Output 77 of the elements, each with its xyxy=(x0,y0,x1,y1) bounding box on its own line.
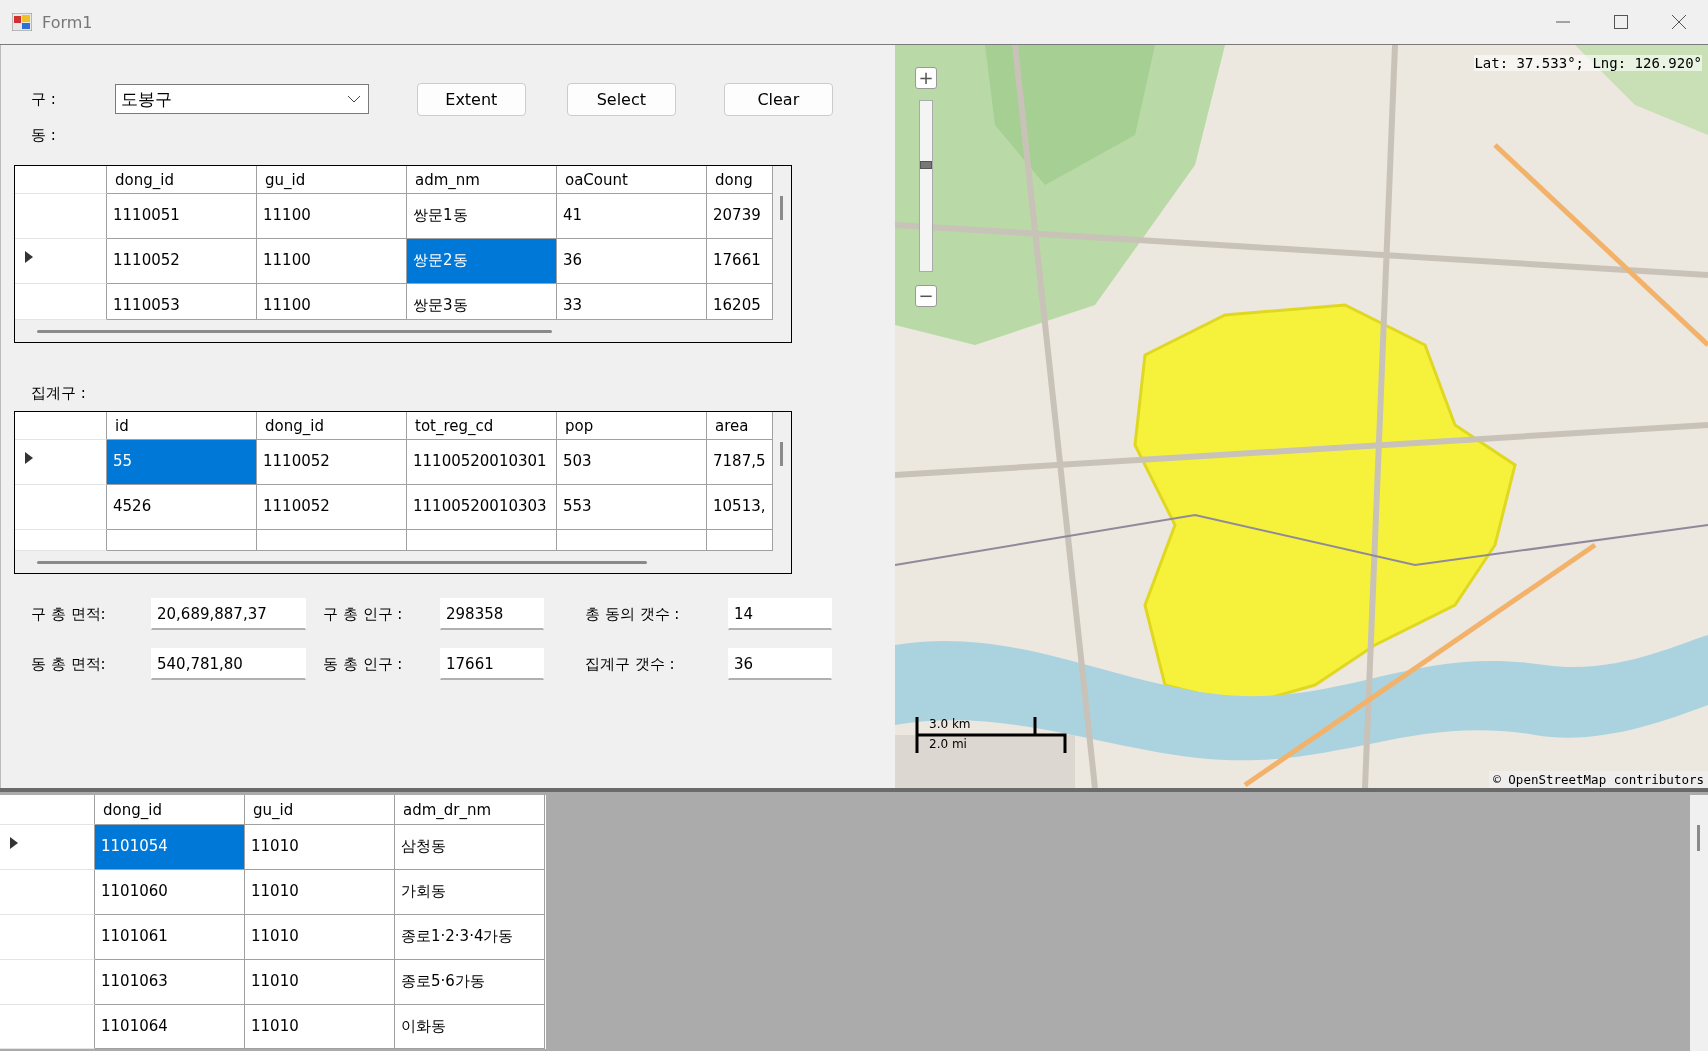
field-label: 구 총 면적: xyxy=(31,604,107,624)
clear-button[interactable]: Clear xyxy=(723,82,833,116)
gu-dropdown[interactable]: 도봉구 xyxy=(114,84,369,114)
column-header[interactable]: dong_id xyxy=(107,166,257,194)
field-label: 구 총 인구 : xyxy=(323,604,404,624)
select-button[interactable]: Select xyxy=(566,82,676,116)
table-cell[interactable]: 11010 xyxy=(245,960,395,1005)
table-cell[interactable]: 11100520010301 xyxy=(407,440,557,485)
field-label: 동 총 면적: xyxy=(31,654,107,674)
field-label: 집계구 갯수 : xyxy=(585,654,676,674)
vertical-scrollbar[interactable] xyxy=(1690,795,1708,1051)
tract-label: 집계구 : xyxy=(30,383,86,403)
column-header[interactable]: pop xyxy=(557,412,707,440)
slider-thumb[interactable] xyxy=(920,160,932,169)
table-cell[interactable]: 503 xyxy=(557,440,707,485)
table-cell[interactable]: 1101064 xyxy=(95,1005,245,1049)
table-cell[interactable]: 1101060 xyxy=(95,870,245,915)
table-cell[interactable]: 11100520010303 xyxy=(407,485,557,530)
input-field[interactable]: 298358 xyxy=(440,598,544,630)
table-cell[interactable]: 쌍문2동 xyxy=(407,239,557,284)
table-cell[interactable]: 11010 xyxy=(245,915,395,960)
table-cell[interactable]: 이화동 xyxy=(395,1005,545,1049)
column-header[interactable]: gu_id xyxy=(257,166,407,194)
app-icon xyxy=(12,13,32,31)
table-cell[interactable]: 종로1·2·3·4가동 xyxy=(395,915,545,960)
column-header[interactable]: oaCount xyxy=(557,166,707,194)
column-header[interactable]: adm_nm xyxy=(407,166,557,194)
column-header[interactable]: dong_id xyxy=(257,412,407,440)
table-cell[interactable]: 1110052 xyxy=(257,485,407,530)
coordinates-readout: Lat: 37.533°; Lng: 126.920° xyxy=(1474,55,1702,71)
table-cell[interactable]: 11010 xyxy=(245,825,395,870)
row-header[interactable] xyxy=(15,239,107,284)
input-field[interactable]: 14 xyxy=(728,598,832,630)
vertical-scrollbar[interactable] xyxy=(773,412,791,551)
table-cell[interactable]: 종로5·6가동 xyxy=(395,960,545,1005)
horizontal-scrollbar[interactable] xyxy=(15,551,791,573)
maximize-icon[interactable] xyxy=(1614,15,1628,29)
zoom-in-button[interactable]: + xyxy=(915,67,937,89)
caret-icon xyxy=(347,95,360,103)
table-cell[interactable]: 1101054 xyxy=(95,825,245,870)
zoom-out-button[interactable]: − xyxy=(915,285,937,307)
input-field[interactable]: 540,781,80 xyxy=(151,648,306,680)
table-cell[interactable]: 1110052 xyxy=(257,440,407,485)
horizontal-scrollbar[interactable] xyxy=(15,320,791,342)
window-title: Form1 xyxy=(42,12,93,32)
table-cell[interactable]: 11010 xyxy=(245,1005,395,1049)
dong-label: 동 : xyxy=(30,125,56,145)
table-cell[interactable]: 553 xyxy=(557,485,707,530)
scale-label: 2.0 mi xyxy=(929,737,967,751)
input-field[interactable]: 20,689,887,37 xyxy=(151,598,306,630)
vertical-scrollbar[interactable] xyxy=(773,166,791,320)
table-cell[interactable]: 1110051 xyxy=(107,194,257,239)
input-field[interactable]: 17661 xyxy=(440,648,544,680)
table-cell[interactable]: 41 xyxy=(557,194,707,239)
column-header[interactable]: tot_reg_cd xyxy=(407,412,557,440)
table-cell[interactable]: 1101061 xyxy=(95,915,245,960)
table-cell[interactable]: 36 xyxy=(557,239,707,284)
field-label: 동 총 인구 : xyxy=(323,654,404,674)
table-cell[interactable]: 11100 xyxy=(257,194,407,239)
scale-label: 3.0 km xyxy=(929,717,971,731)
table-cell[interactable]: 11010 xyxy=(245,870,395,915)
attribution-text: © OpenStreetMap contributors xyxy=(1489,771,1708,788)
table-cell[interactable]: 4526 xyxy=(107,485,257,530)
field-label: 총 동의 갯수 : xyxy=(585,604,681,624)
close-icon[interactable] xyxy=(1672,15,1686,29)
scale-bar-icon xyxy=(915,715,1067,755)
table-cell[interactable]: 1110052 xyxy=(107,239,257,284)
table-cell[interactable]: 삼청동 xyxy=(395,825,545,870)
input-field[interactable]: 36 xyxy=(728,648,832,680)
zoom-slider[interactable] xyxy=(919,100,933,272)
column-header[interactable]: gu_id xyxy=(245,795,395,825)
extent-button[interactable]: Extent xyxy=(416,82,526,116)
table-cell[interactable]: 55 xyxy=(107,440,257,485)
gu-label: 구 : xyxy=(30,89,56,109)
table-cell[interactable]: 가회동 xyxy=(395,870,545,915)
column-header[interactable]: adm_dr_nm xyxy=(395,795,545,825)
table-cell[interactable]: 1101063 xyxy=(95,960,245,1005)
